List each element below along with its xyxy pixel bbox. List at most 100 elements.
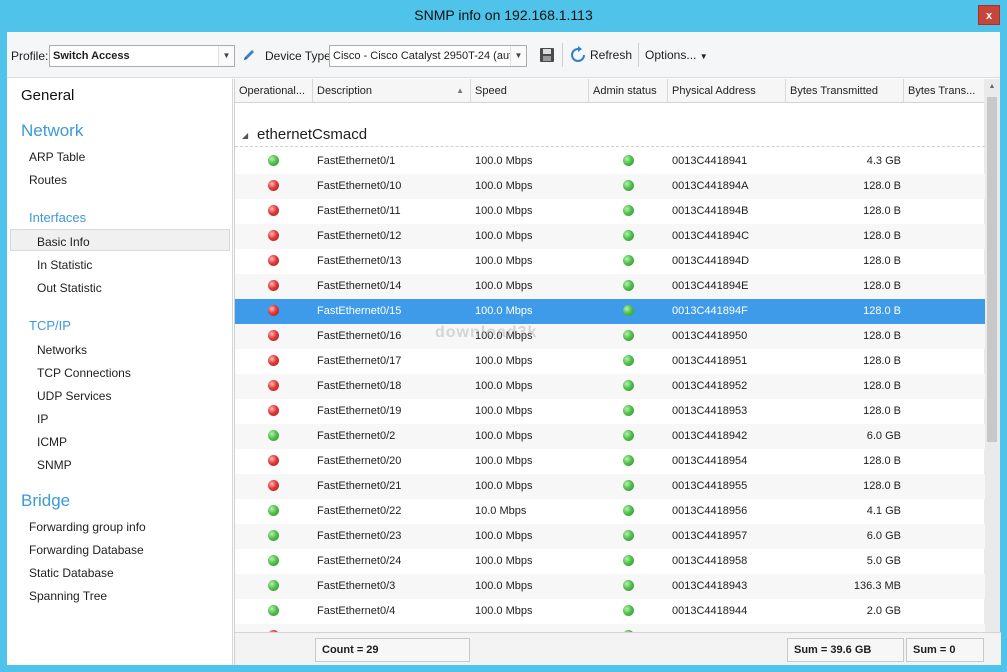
scroll-up-icon[interactable]: ▲ [984,79,1000,95]
table-row[interactable]: FastEthernet0/24 100.0 Mbps 0013C4418958 5.… [235,549,985,574]
table-row[interactable]: FastEthernet0/11 100.0 Mbps 0013C441894B 12… [235,199,985,224]
collapse-triangle-icon[interactable]: ◢ [242,131,248,140]
cell-physical-address: 0013C4418944 [672,605,748,617]
cell-physical-address: 0013C441894E [672,280,749,292]
table-row[interactable]: FastEthernet0/3 100.0 Mbps 0013C4418943 136… [235,574,985,599]
nav-item-tcp-connections[interactable]: TCP Connections [37,366,131,380]
column-header-speed[interactable]: Speed [471,79,589,103]
admin-status-icon [623,280,634,291]
operational-status-icon [268,205,279,216]
table-row[interactable]: FastEthernet0/22 10.0 Mbps 0013C4418956 4.1… [235,499,985,524]
cell-description: FastEthernet0/21 [317,480,402,492]
cell-physical-address: 0013C4418957 [672,530,748,542]
nav-item-out-statistic[interactable]: Out Statistic [37,281,102,295]
cell-bytes-transmitted: 2.0 GB [866,605,901,617]
table-row[interactable]: FastEthernet0/1 100.0 Mbps 0013C4418941 4.3… [235,149,985,174]
nav-item-ip[interactable]: IP [37,412,48,426]
cell-bytes-transmitted: 128.0 B [863,305,901,317]
nav-item-networks[interactable]: Networks [37,343,87,357]
nav-general[interactable]: General [21,87,74,104]
operational-status-icon [268,380,279,391]
table-row[interactable]: FastEthernet0/14 100.0 Mbps 0013C441894E 12… [235,274,985,299]
count-summary: Count = 29 [315,638,470,662]
cell-speed: 100.0 Mbps [475,355,533,367]
table-row[interactable]: FastEthernet0/19 100.0 Mbps 0013C4418953 12… [235,399,985,424]
cell-bytes-transmitted: 128.0 B [863,180,901,192]
nav-item-forwarding-group-info[interactable]: Forwarding group info [29,520,146,534]
cell-speed: 100.0 Mbps [475,480,533,492]
nav-interfaces-heading[interactable]: Interfaces [29,210,86,225]
nav-network-heading[interactable]: Network [21,121,83,141]
chevron-down-icon[interactable]: ▼ [510,46,526,66]
cell-description: FastEthernet0/14 [317,280,402,292]
column-header-description[interactable]: Description ▲ [313,79,471,103]
sidebar-nav: General Network ARP Table Routes Interfa… [7,79,233,665]
column-header-bytes-trans[interactable]: Bytes Trans... [904,79,985,103]
table-row[interactable]: FastEthernet0/2 100.0 Mbps 0013C4418942 6.0… [235,424,985,449]
device-type-select[interactable]: Cisco - Cisco Catalyst 2950T-24 (aut ▼ [329,45,527,67]
profile-value: Switch Access [53,50,130,62]
sort-ascending-icon: ▲ [456,86,464,95]
cell-bytes-transmitted: 128.0 B [863,480,901,492]
chevron-down-icon[interactable]: ▼ [218,46,234,66]
scrollbar-thumb[interactable] [987,97,997,442]
cell-physical-address: 0013C441894F [672,305,748,317]
refresh-icon[interactable] [569,46,587,64]
column-header-bytes-transmitted[interactable]: Bytes Transmitted [786,79,904,103]
column-header-description-label: Description [317,85,373,97]
table-row[interactable]: FastEthernet0/23 100.0 Mbps 0013C4418957 6.… [235,524,985,549]
nav-tcpip-heading[interactable]: TCP/IP [29,318,71,333]
nav-item-static-database[interactable]: Static Database [29,566,114,580]
table-row[interactable]: FastEthernet0/20 100.0 Mbps 0013C4418954 12… [235,449,985,474]
table-row[interactable]: FastEthernet0/15 100.0 Mbps 0013C441894F 12… [235,299,985,324]
nav-item-spanning-tree[interactable]: Spanning Tree [29,589,107,603]
title-bar[interactable]: SNMP info on 192.168.1.113 x [0,0,1007,32]
table-row[interactable]: FastEthernet0/16 100.0 Mbps 0013C4418950 12… [235,324,985,349]
admin-status-icon [623,405,634,416]
nav-item-snmp[interactable]: SNMP [37,458,72,472]
cell-bytes-transmitted: 5.0 GB [866,555,901,567]
cell-speed: 100.0 Mbps [475,430,533,442]
refresh-button[interactable]: Refresh [590,48,632,62]
column-header-physical-address[interactable]: Physical Address [668,79,786,103]
operational-status-icon [268,305,279,316]
table-row[interactable]: FastEthernet0/13 100.0 Mbps 0013C441894D 12… [235,249,985,274]
cell-bytes-transmitted: 128.0 B [863,280,901,292]
cell-description: FastEthernet0/15 [317,305,402,317]
vertical-scrollbar[interactable]: ▲ [984,79,1000,632]
cell-description: FastEthernet0/17 [317,355,402,367]
nav-item-routes[interactable]: Routes [29,173,67,187]
nav-item-udp-services[interactable]: UDP Services [37,389,111,403]
table-row[interactable]: FastEthernet0/4 100.0 Mbps 0013C4418944 2.0… [235,599,985,624]
pencil-icon[interactable] [240,46,258,64]
admin-status-icon [623,480,634,491]
table-row[interactable]: FastEthernet0/17 100.0 Mbps 0013C4418951 12… [235,349,985,374]
cell-speed: 100.0 Mbps [475,205,533,217]
options-label: Options... [645,48,697,62]
admin-status-icon [623,505,634,516]
admin-status-icon [623,380,634,391]
chevron-down-icon: ▼ [699,52,708,61]
floppy-icon[interactable] [538,46,556,64]
nav-bridge-heading[interactable]: Bridge [21,491,70,511]
cell-description: FastEthernet0/3 [317,580,396,592]
toolbar: Profile: Switch Access ▼ Device Type: Ci… [7,32,1000,78]
operational-status-icon [268,580,279,591]
bytes-trans-sum-summary: Sum = 0 [906,638,984,662]
close-button[interactable]: x [978,5,1000,25]
table-row[interactable]: FastEthernet0/18 100.0 Mbps 0013C4418952 12… [235,374,985,399]
operational-status-icon [268,405,279,416]
options-button[interactable]: Options... ▼ [645,48,708,62]
table-row[interactable]: FastEthernet0/12 100.0 Mbps 0013C441894C 12… [235,224,985,249]
column-header-operational[interactable]: Operational... [235,79,313,103]
nav-item-icmp[interactable]: ICMP [37,435,67,449]
table-row[interactable]: FastEthernet0/10 100.0 Mbps 0013C441894A 12… [235,174,985,199]
nav-item-basic-info[interactable]: Basic Info [37,235,90,249]
column-header-admin-status[interactable]: Admin status [589,79,668,103]
nav-item-arp-table[interactable]: ARP Table [29,150,85,164]
group-header[interactable]: ◢ ethernetCsmacd [235,123,985,147]
nav-item-in-statistic[interactable]: In Statistic [37,258,92,272]
nav-item-forwarding-database[interactable]: Forwarding Database [29,543,144,557]
profile-select[interactable]: Switch Access ▼ [49,45,235,67]
table-row[interactable]: FastEthernet0/21 100.0 Mbps 0013C4418955 12… [235,474,985,499]
